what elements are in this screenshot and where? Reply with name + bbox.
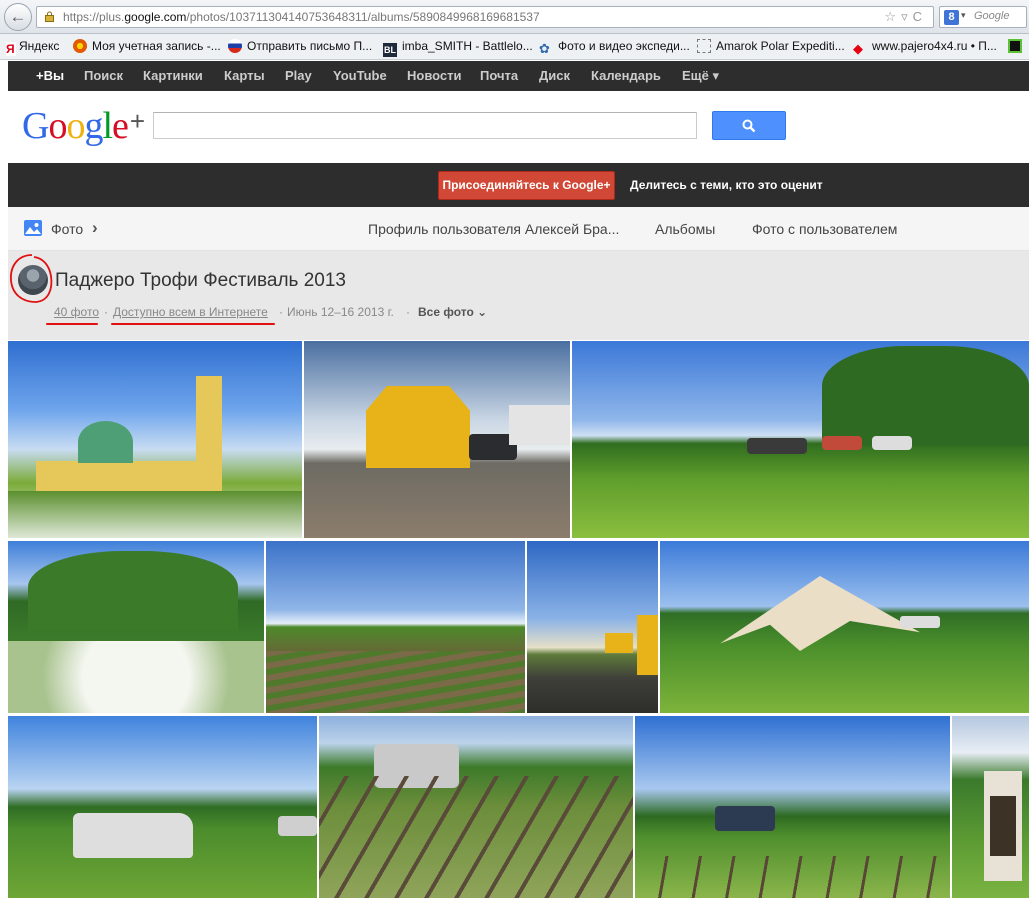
chevron-right-icon[interactable]: › [92,218,98,238]
gbar-maps[interactable]: Карты [224,68,265,83]
search-icon [742,119,756,133]
photo-white-canopy[interactable] [660,541,1029,713]
url-input[interactable]: https://plus.google.com/photos/103711304… [36,6,934,28]
all-photos-dropdown[interactable]: Все фото ⌄ [418,305,487,319]
gbar-play[interactable]: Play [285,68,312,83]
meta-separator: · [279,305,283,319]
search-input[interactable] [153,112,697,139]
back-arrow-icon[interactable]: ← [4,3,32,31]
browser-search-input[interactable]: 8 ▾ Google [939,6,1027,28]
gbar-mail[interactable]: Почта [480,68,518,83]
photo-field-cars[interactable] [572,341,1029,538]
blank-page-icon [697,39,711,53]
chevron-down-icon: ⌄ [477,305,488,319]
photo-sky-clouds-field[interactable] [635,716,950,898]
bookmark-account[interactable]: Моя учетная запись -... [73,39,221,53]
photos-section-nav: Фото › Профиль пользователя Алексей Бра.… [8,207,1029,251]
yandex-icon: Я [6,42,16,56]
bookmark-overflow[interactable] [1008,39,1027,53]
russian-flag-icon [228,39,242,53]
gbar-plus-you[interactable]: +Вы [36,68,64,83]
bl-logo-icon: BL [383,43,397,57]
tab-photos-of-user[interactable]: Фото с пользователем [752,221,897,237]
photo-yellow-tent[interactable] [304,341,570,538]
flower-icon [73,39,87,53]
bookmark-amarok[interactable]: Amarok Polar Expediti... [697,39,845,53]
google-plus-logo[interactable]: Google+ [22,104,145,148]
photo-pajero-field[interactable] [8,716,317,898]
url-text: https://plus.google.com/photos/103711304… [63,10,540,24]
search-placeholder: Google [974,10,1010,22]
photo-flowers-field[interactable] [8,541,264,713]
red-underline-annotation [111,323,275,325]
gbar-drive[interactable]: Диск [539,68,570,83]
reload-icon[interactable]: C [913,9,927,24]
google-search-engine-icon[interactable]: 8 [944,10,959,25]
gbar-more[interactable]: Ещё ▾ [682,68,719,84]
mitsubishi-icon: ◆ [853,41,863,56]
meta-separator: · [406,305,410,319]
landscape-icon [25,223,41,234]
gbar-youtube[interactable]: YouTube [333,68,387,83]
bookmark-expedition[interactable]: ✿ Фото и видео экспеди... [539,39,690,56]
chevron-down-icon[interactable]: ▾ [961,10,966,21]
tab-albums[interactable]: Альбомы [655,221,715,237]
join-banner: Присоединяйтесь к Google+ Делитесь с тем… [8,163,1029,207]
search-button[interactable] [712,111,786,140]
star-icon[interactable]: ☆▿C [884,9,927,25]
browser-address-bar: ← https://plus.google.com/photos/1037113… [0,0,1029,34]
section-title[interactable]: Фото [51,221,83,237]
gbar-calendar[interactable]: Календарь [591,68,661,83]
photo-count-link[interactable]: 40 фото [54,305,99,319]
photo-icon [24,220,42,236]
photo-banner-stand[interactable] [952,716,1029,898]
bookmark-yandex[interactable]: Я Яндекс [6,39,59,56]
album-header: Паджеро Трофи Фестиваль 2013 40 фото · Д… [8,251,1029,340]
red-underline-annotation [46,323,98,325]
bookmark-battlelog[interactable]: BL imba_SMITH - Battlelo... [383,39,533,57]
gbar-news[interactable]: Новости [407,68,462,83]
bookmark-pajero[interactable]: ◆ www.pajero4x4.ru • П... [853,39,997,56]
gbar-search[interactable]: Поиск [84,68,123,83]
photo-tents-evening[interactable] [527,541,658,713]
join-tagline: Делитесь с теми, кто это оценит [630,178,823,192]
red-circle-annotation [10,254,53,303]
visibility-link[interactable]: Доступно всем в Интернете [113,305,268,319]
meta-separator: · [104,305,108,319]
paw-icon: ✿ [539,41,550,56]
album-date: Июнь 12–16 2013 г. [287,305,394,319]
bookmarks-bar: Я Яндекс Моя учетная запись -... Отправит… [0,34,1029,60]
green-bookmark-icon [1008,39,1022,53]
album-title: Паджеро Трофи Фестиваль 2013 [55,270,347,291]
photo-plowed-field[interactable] [266,541,525,713]
tab-profile[interactable]: Профиль пользователя Алексей Бра... [368,221,619,237]
join-google-plus-button[interactable]: Присоединяйтесь к Google+ [438,171,615,200]
lock-icon [45,11,54,22]
gbar-images[interactable]: Картинки [143,68,203,83]
photo-church[interactable] [8,341,302,538]
google-top-bar: +Вы Поиск Картинки Карты Play YouTube Но… [8,61,1029,91]
photo-metal-frames[interactable] [319,716,633,898]
bookmark-mail[interactable]: Отправить письмо П... [228,39,372,53]
